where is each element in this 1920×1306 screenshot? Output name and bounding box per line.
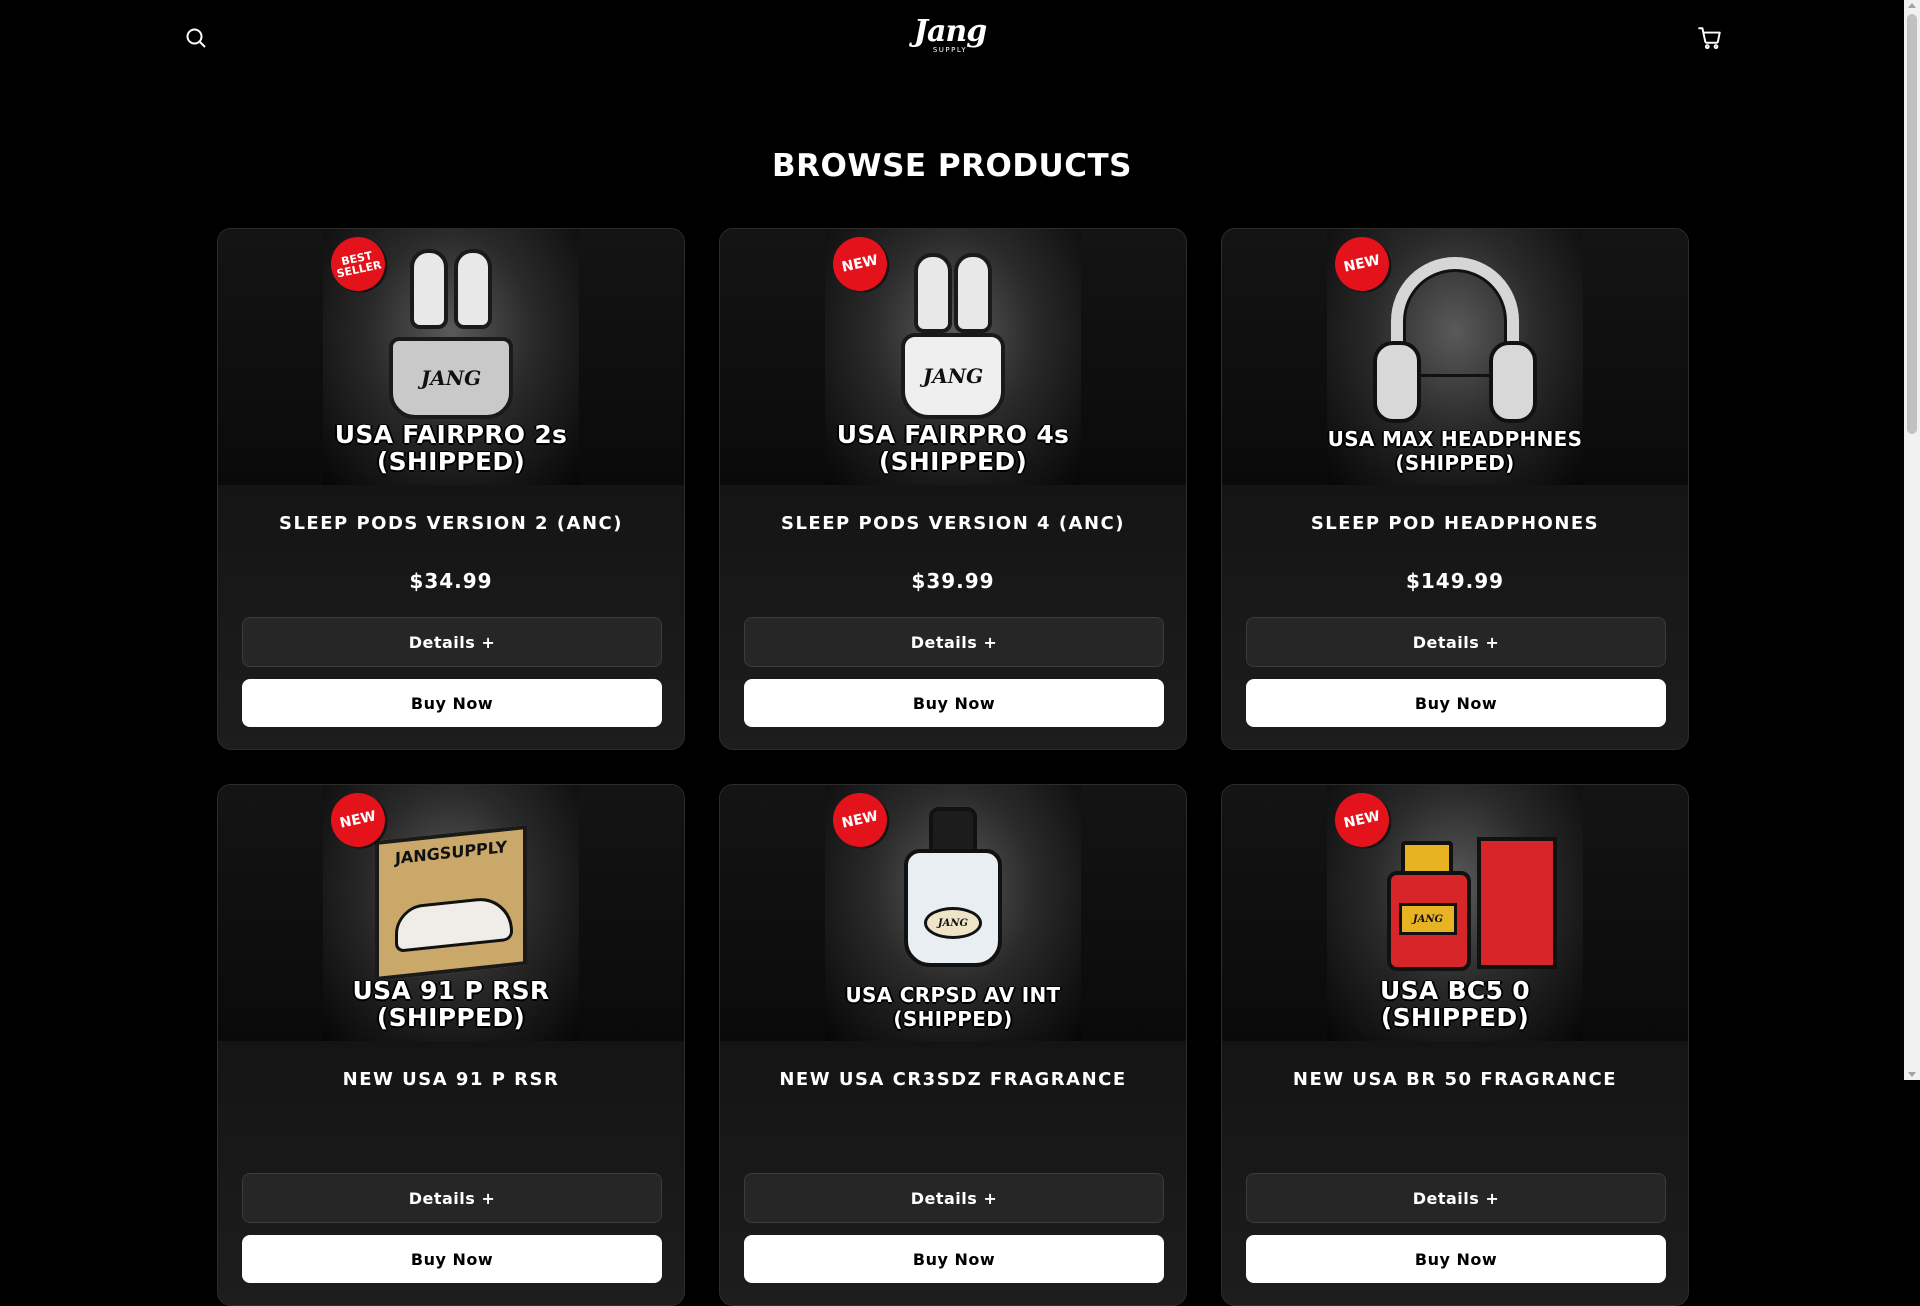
image-caption: USA BC5 0 (SHIPPED): [1380, 976, 1530, 1032]
product-image: JANG NEW USA FAIRPRO 4s (SHIPPED): [825, 229, 1081, 485]
scroll-down-arrow-icon[interactable]: [1908, 1072, 1916, 1077]
car-shape: [395, 894, 513, 953]
details-button[interactable]: Details +: [1246, 617, 1666, 667]
buy-now-button[interactable]: Buy Now: [242, 679, 662, 727]
product-image-area[interactable]: JANG BEST SELLER USA FAIRPRO 2s (SHIPPED…: [218, 229, 684, 485]
product-image-area[interactable]: JANG NEW USA BC5 0 (SHIPPED): [1222, 785, 1688, 1041]
perfume-logo: JANG: [1412, 913, 1444, 925]
product-image: JANG BEST SELLER USA FAIRPRO 2s (SHIPPED…: [323, 229, 579, 485]
image-caption: USA FAIRPRO 4s (SHIPPED): [836, 420, 1070, 476]
product-image: JANG NEW USA CRPSD AV INT (SHIPPED): [825, 785, 1081, 1041]
buy-now-button[interactable]: Buy Now: [1246, 1235, 1666, 1283]
details-button[interactable]: Details +: [242, 1173, 662, 1223]
details-button[interactable]: Details +: [242, 617, 662, 667]
product-card: JANGSUPPLY NEW USA 91 P RSR (SHIPPED) NE…: [217, 784, 685, 1306]
search-icon: [186, 28, 206, 48]
logo-wordmark: Jang: [913, 14, 987, 49]
cart-icon: [1698, 27, 1721, 50]
ear-cup-left-shape: [1373, 341, 1421, 423]
product-price: $149.99: [1405, 569, 1505, 593]
charging-case-shape: JANG: [389, 337, 513, 419]
product-card: NEW USA MAX HEADPHNES (SHIPPED) SLEEP PO…: [1221, 228, 1689, 750]
image-caption: USA 91 P RSR (SHIPPED): [352, 976, 550, 1032]
product-image-area[interactable]: JANG NEW USA FAIRPRO 4s (SHIPPED): [720, 229, 1186, 485]
product-image: JANG NEW USA BC5 0 (SHIPPED): [1327, 785, 1583, 1041]
product-card: JANG NEW USA BC5 0 (SHIPPED) NEW USA BR …: [1221, 784, 1689, 1306]
product-title: SLEEP PODS VERSION 4 (ANC): [781, 513, 1125, 534]
buy-now-button[interactable]: Buy Now: [744, 679, 1164, 727]
box-label: JANGSUPPLY: [394, 837, 508, 868]
bottle-label: JANG: [924, 907, 982, 939]
image-caption: USA MAX HEADPHNES (SHIPPED): [1327, 427, 1583, 475]
product-badge: NEW: [827, 787, 893, 853]
product-badge: BEST SELLER: [325, 231, 391, 297]
earbud-right-shape: [454, 249, 492, 329]
earbud-right-shape: [954, 253, 992, 333]
product-price: $39.99: [911, 569, 995, 593]
product-card: JANG NEW USA FAIRPRO 4s (SHIPPED) SLEEP …: [719, 228, 1187, 750]
product-price: $34.99: [409, 569, 493, 593]
scrollbar-thumb[interactable]: [1907, 14, 1917, 434]
product-card: JANG BEST SELLER USA FAIRPRO 2s (SHIPPED…: [217, 228, 685, 750]
ear-cup-right-shape: [1489, 341, 1537, 423]
search-button[interactable]: [182, 24, 210, 52]
earbud-left-shape: [410, 249, 448, 329]
case-logo: JANG: [420, 366, 482, 390]
image-caption: USA FAIRPRO 2s (SHIPPED): [334, 420, 568, 476]
product-image: NEW USA MAX HEADPHNES (SHIPPED): [1327, 229, 1583, 485]
product-badge: NEW: [1329, 787, 1395, 853]
product-image: JANGSUPPLY NEW USA 91 P RSR (SHIPPED): [323, 785, 579, 1041]
charging-case-shape: JANG: [901, 333, 1005, 419]
product-image-area[interactable]: JANG NEW USA CRPSD AV INT (SHIPPED): [720, 785, 1186, 1041]
product-title: SLEEP PODS VERSION 2 (ANC): [279, 513, 623, 534]
page-scrollbar[interactable]: [1904, 0, 1920, 1080]
cart-button[interactable]: [1695, 23, 1725, 53]
buy-now-button[interactable]: Buy Now: [744, 1235, 1164, 1283]
perfume-label: JANG: [1399, 903, 1457, 935]
earbud-left-shape: [914, 253, 952, 333]
product-image-area[interactable]: NEW USA MAX HEADPHNES (SHIPPED): [1222, 229, 1688, 485]
details-button[interactable]: Details +: [1246, 1173, 1666, 1223]
scroll-up-arrow-icon[interactable]: [1908, 3, 1916, 8]
product-badge: NEW: [827, 231, 893, 297]
product-title: SLEEP POD HEADPHONES: [1310, 513, 1600, 534]
page-title: BROWSE PRODUCTS: [772, 148, 1132, 184]
case-logo: JANG: [922, 364, 984, 388]
perfume-box-shape: [1477, 837, 1557, 969]
logo-subtitle: SUPPLY: [932, 46, 968, 54]
product-image-area[interactable]: JANGSUPPLY NEW USA 91 P RSR (SHIPPED): [218, 785, 684, 1041]
details-button[interactable]: Details +: [744, 617, 1164, 667]
site-logo[interactable]: Jang SUPPLY: [914, 16, 987, 64]
buy-now-button[interactable]: Buy Now: [1246, 679, 1666, 727]
product-box-shape: JANGSUPPLY: [375, 825, 527, 981]
site-header: Jang SUPPLY: [0, 0, 1904, 80]
product-card: JANG NEW USA CRPSD AV INT (SHIPPED) NEW …: [719, 784, 1187, 1306]
product-badge: NEW: [1329, 231, 1395, 297]
buy-now-button[interactable]: Buy Now: [242, 1235, 662, 1283]
bottle-logo: JANG: [937, 917, 969, 929]
image-caption: USA CRPSD AV INT (SHIPPED): [845, 983, 1061, 1031]
details-button[interactable]: Details +: [744, 1173, 1164, 1223]
